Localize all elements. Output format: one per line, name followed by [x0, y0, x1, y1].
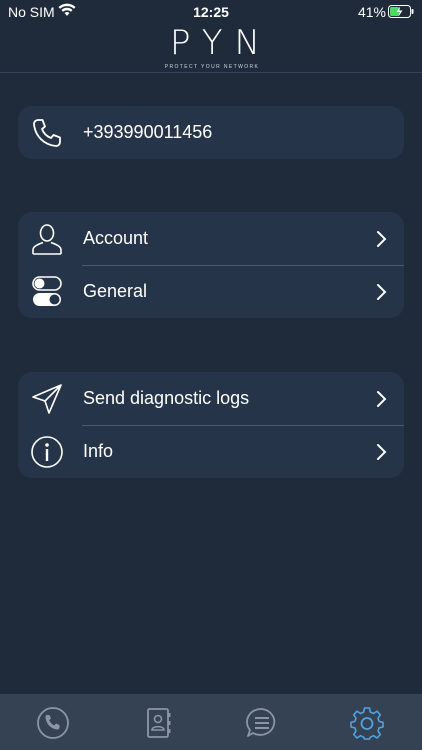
logo-text: PYN [170, 23, 272, 63]
chevron-right-icon [376, 390, 388, 408]
battery-charging-icon [388, 5, 414, 21]
chevron-right-icon [376, 230, 388, 248]
account-label: Account [83, 228, 149, 248]
tab-contacts[interactable] [141, 706, 177, 742]
status-bar: No SIM 12:25 41% [0, 0, 422, 24]
chat-icon [246, 708, 276, 737]
info-row[interactable]: Info [18, 425, 404, 478]
send-diagnostic-logs-row[interactable]: Send diagnostic logs [18, 372, 404, 425]
tab-settings[interactable] [350, 706, 386, 742]
toggles-icon [30, 275, 64, 309]
tab-messages[interactable] [245, 706, 281, 742]
tab-bar [0, 694, 422, 750]
app-header: PYN PROTECT YOUR NETWORK [0, 24, 422, 73]
logo-tagline: PROTECT YOUR NETWORK [164, 64, 260, 70]
contacts-book-icon [147, 708, 171, 738]
chevron-right-icon [376, 283, 388, 301]
phone-number: +393990011456 [83, 122, 213, 142]
settings-card: Account General [18, 212, 404, 318]
phone-icon [30, 116, 64, 150]
phone-number-card: +393990011456 [18, 106, 404, 159]
user-icon [30, 222, 64, 256]
info-icon [30, 435, 64, 469]
gear-icon [350, 707, 384, 740]
support-card: Send diagnostic logs Info [18, 372, 404, 478]
send-diagnostic-logs-label: Send diagnostic logs [83, 388, 250, 408]
general-label: General [83, 281, 148, 301]
info-label: Info [83, 441, 114, 461]
battery-percentage: 41% [357, 4, 386, 20]
chevron-right-icon [376, 443, 388, 461]
pyn-logo: PYN PROTECT YOUR NETWORK [162, 24, 262, 70]
general-row[interactable]: General [18, 265, 404, 318]
tab-calls[interactable] [36, 706, 72, 742]
phone-number-row: +393990011456 [18, 106, 404, 159]
phone-icon [37, 707, 69, 739]
send-icon [30, 382, 64, 416]
account-row[interactable]: Account [18, 212, 404, 265]
